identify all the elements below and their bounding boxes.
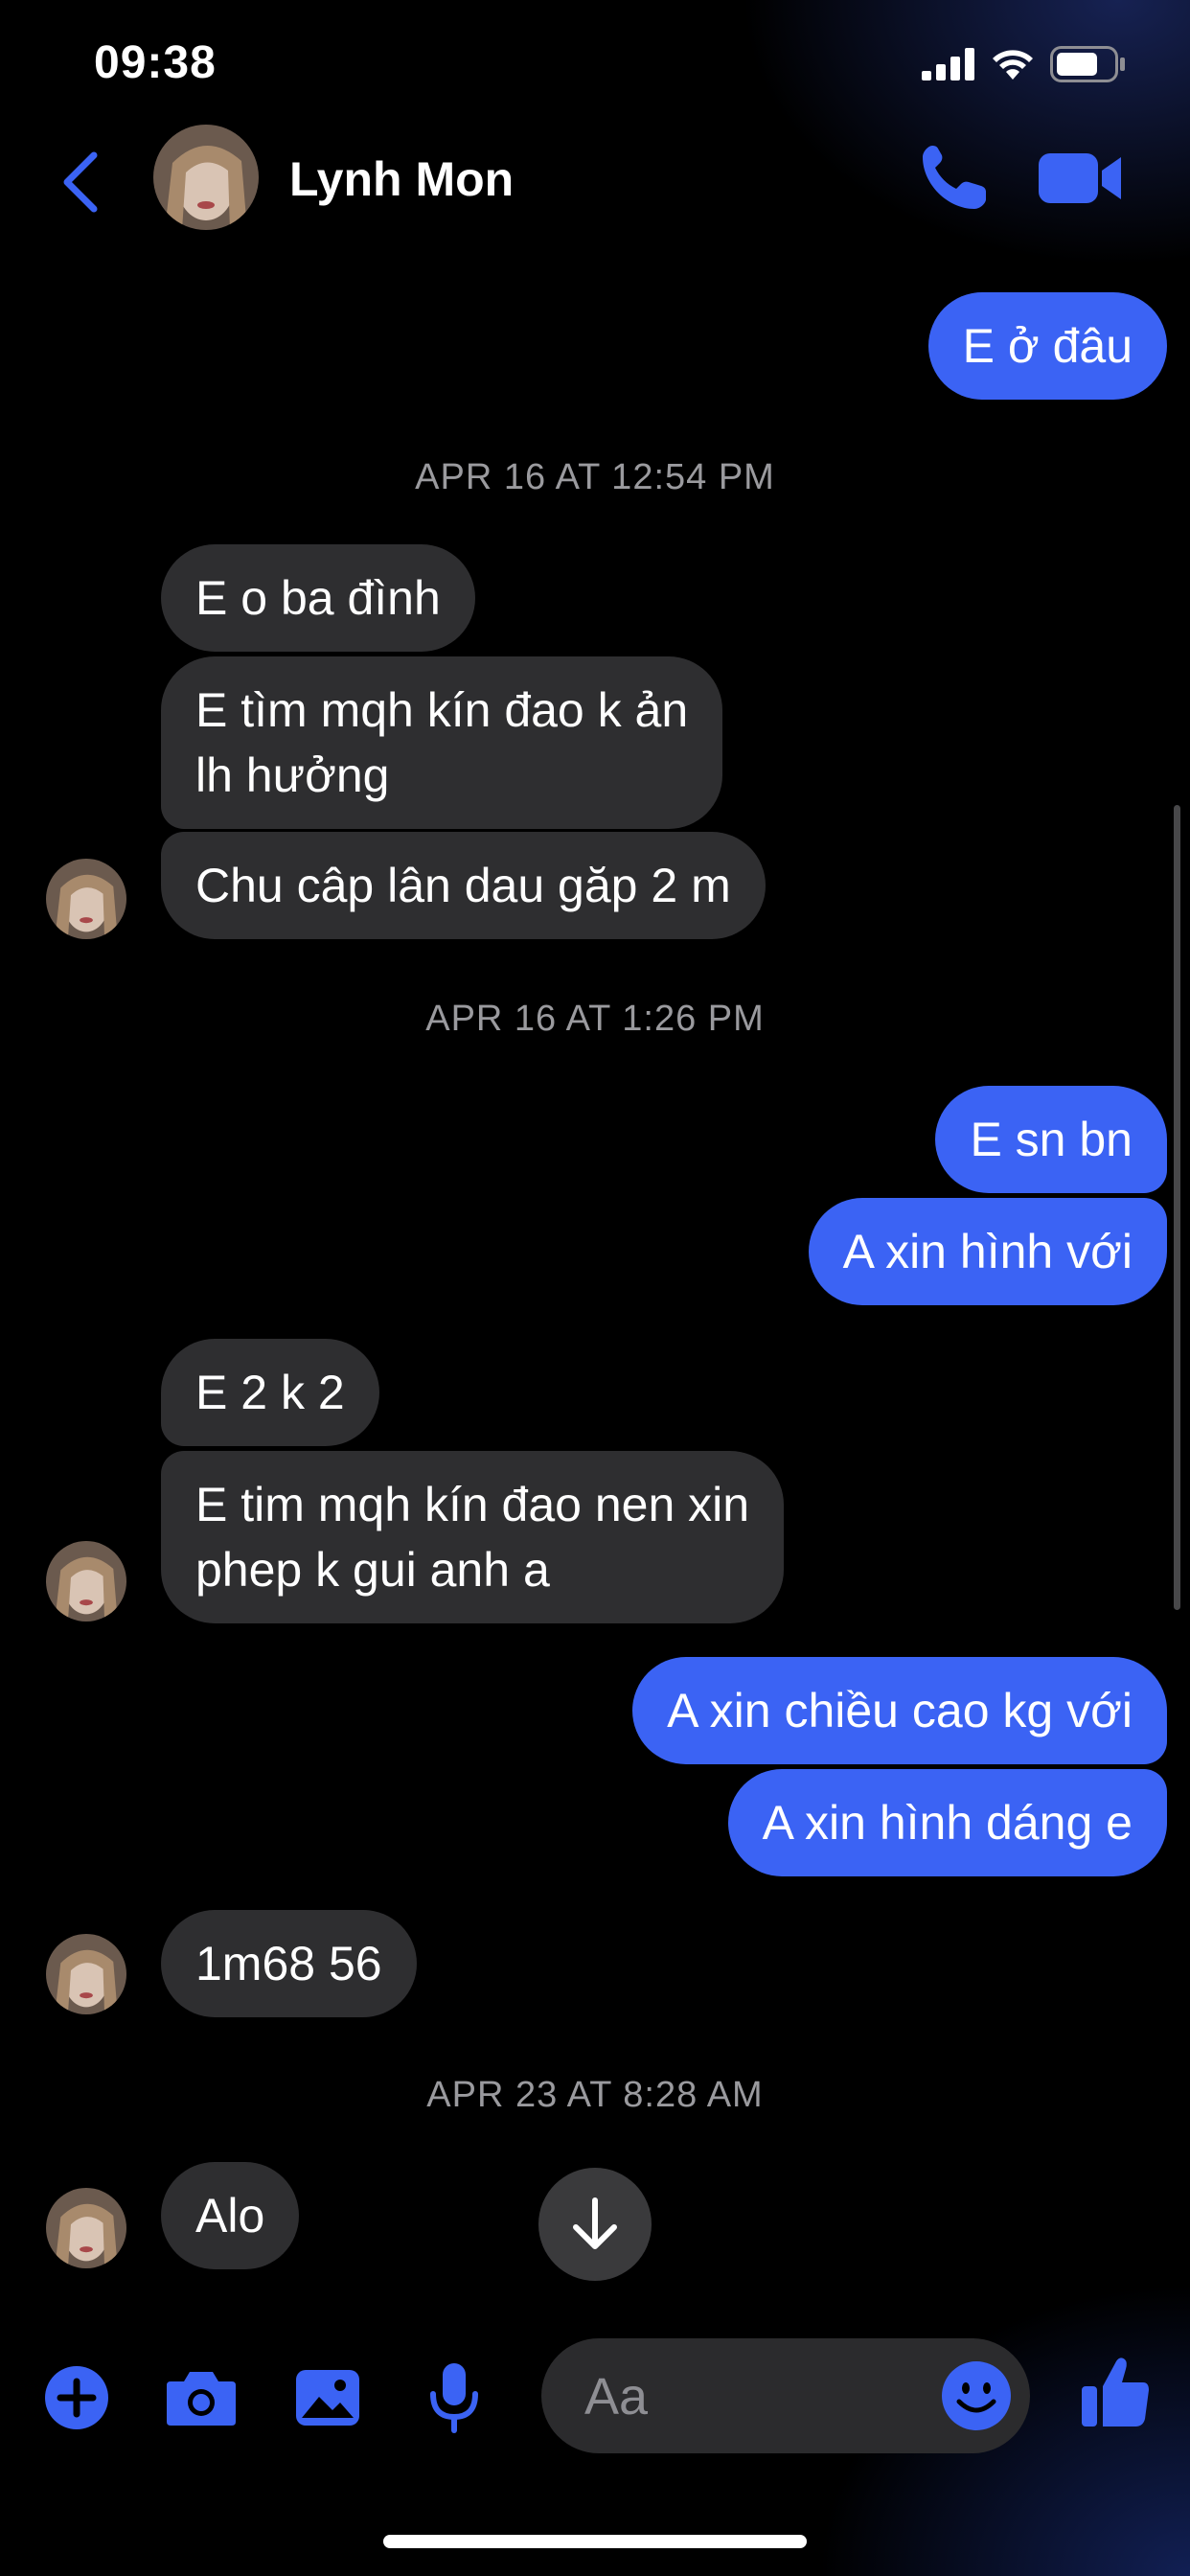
wifi-icon [993,50,1033,80]
arrow-down-icon [573,2197,617,2249]
message-incoming[interactable]: E 2 k 2 [161,1339,379,1446]
avatar-image [46,1541,126,1622]
video-call-button[interactable] [1037,144,1125,213]
message-input-placeholder: Aa [584,2368,649,2426]
message-outgoing[interactable]: E sn bn [935,1086,1167,1193]
audio-call-button[interactable] [915,140,992,217]
message-incoming[interactable]: E o ba đình [161,544,475,652]
sender-avatar[interactable] [46,1934,126,2014]
message-incoming[interactable]: Chu câp lân dau găp 2 m [161,832,766,939]
avatar-image [46,2188,126,2268]
contact-avatar[interactable] [153,125,259,230]
plus-icon [45,2366,108,2429]
emoji-icon [942,2361,1011,2430]
avatar-image [46,859,126,939]
microphone-icon [430,2363,478,2433]
sender-avatar[interactable] [46,859,126,939]
message-incoming[interactable]: E tim mqh kín đao nen xin phep k gui anh … [161,1451,785,1623]
home-indicator[interactable] [383,2535,807,2548]
emoji-button[interactable] [940,2359,1013,2432]
message-outgoing[interactable]: A xin hình dáng e [727,1769,1167,1876]
conversation-header: Lynh Mon [0,115,1190,259]
camera-icon [167,2372,236,2426]
timestamp: APR 23 AT 8:28 AM [426,2075,764,2115]
scroll-to-bottom-button[interactable] [538,2168,652,2281]
voice-message-button[interactable] [416,2359,492,2436]
camera-button[interactable] [163,2359,240,2436]
sender-avatar[interactable] [46,1541,126,1622]
status-icons [922,46,1127,82]
phone-icon [923,146,986,209]
contact-name[interactable]: Lynh Mon [289,151,514,207]
battery-icon [1050,46,1125,82]
message-outgoing[interactable]: A xin chiều cao kg với [632,1657,1167,1764]
gallery-button[interactable] [289,2359,366,2436]
status-time: 09:38 [94,37,217,88]
message-incoming[interactable]: 1m68 56 [161,1910,417,2017]
avatar-image [46,1934,126,2014]
thumbs-up-icon [1082,2358,1149,2426]
message-incoming[interactable]: Alo [161,2162,300,2269]
photo-icon [296,2370,359,2426]
timestamp: APR 16 AT 1:26 PM [425,999,765,1039]
message-input[interactable]: Aa [541,2338,1030,2453]
avatar-image [153,125,259,230]
cellular-signal-icon [922,48,974,80]
timestamp: APR 16 AT 12:54 PM [415,457,775,497]
back-button[interactable] [59,144,107,220]
like-button[interactable] [1077,2354,1154,2430]
message-incoming[interactable]: E tìm mqh kín đao k ản lh hưởng [161,656,723,829]
video-camera-icon [1039,153,1121,203]
more-actions-button[interactable] [38,2359,115,2436]
message-outgoing[interactable]: E ở đâu [927,292,1167,400]
sender-avatar[interactable] [46,2188,126,2268]
message-outgoing[interactable]: A xin hình với [808,1198,1167,1305]
back-chevron-icon [63,151,98,213]
scrollbar[interactable] [1174,805,1180,1610]
